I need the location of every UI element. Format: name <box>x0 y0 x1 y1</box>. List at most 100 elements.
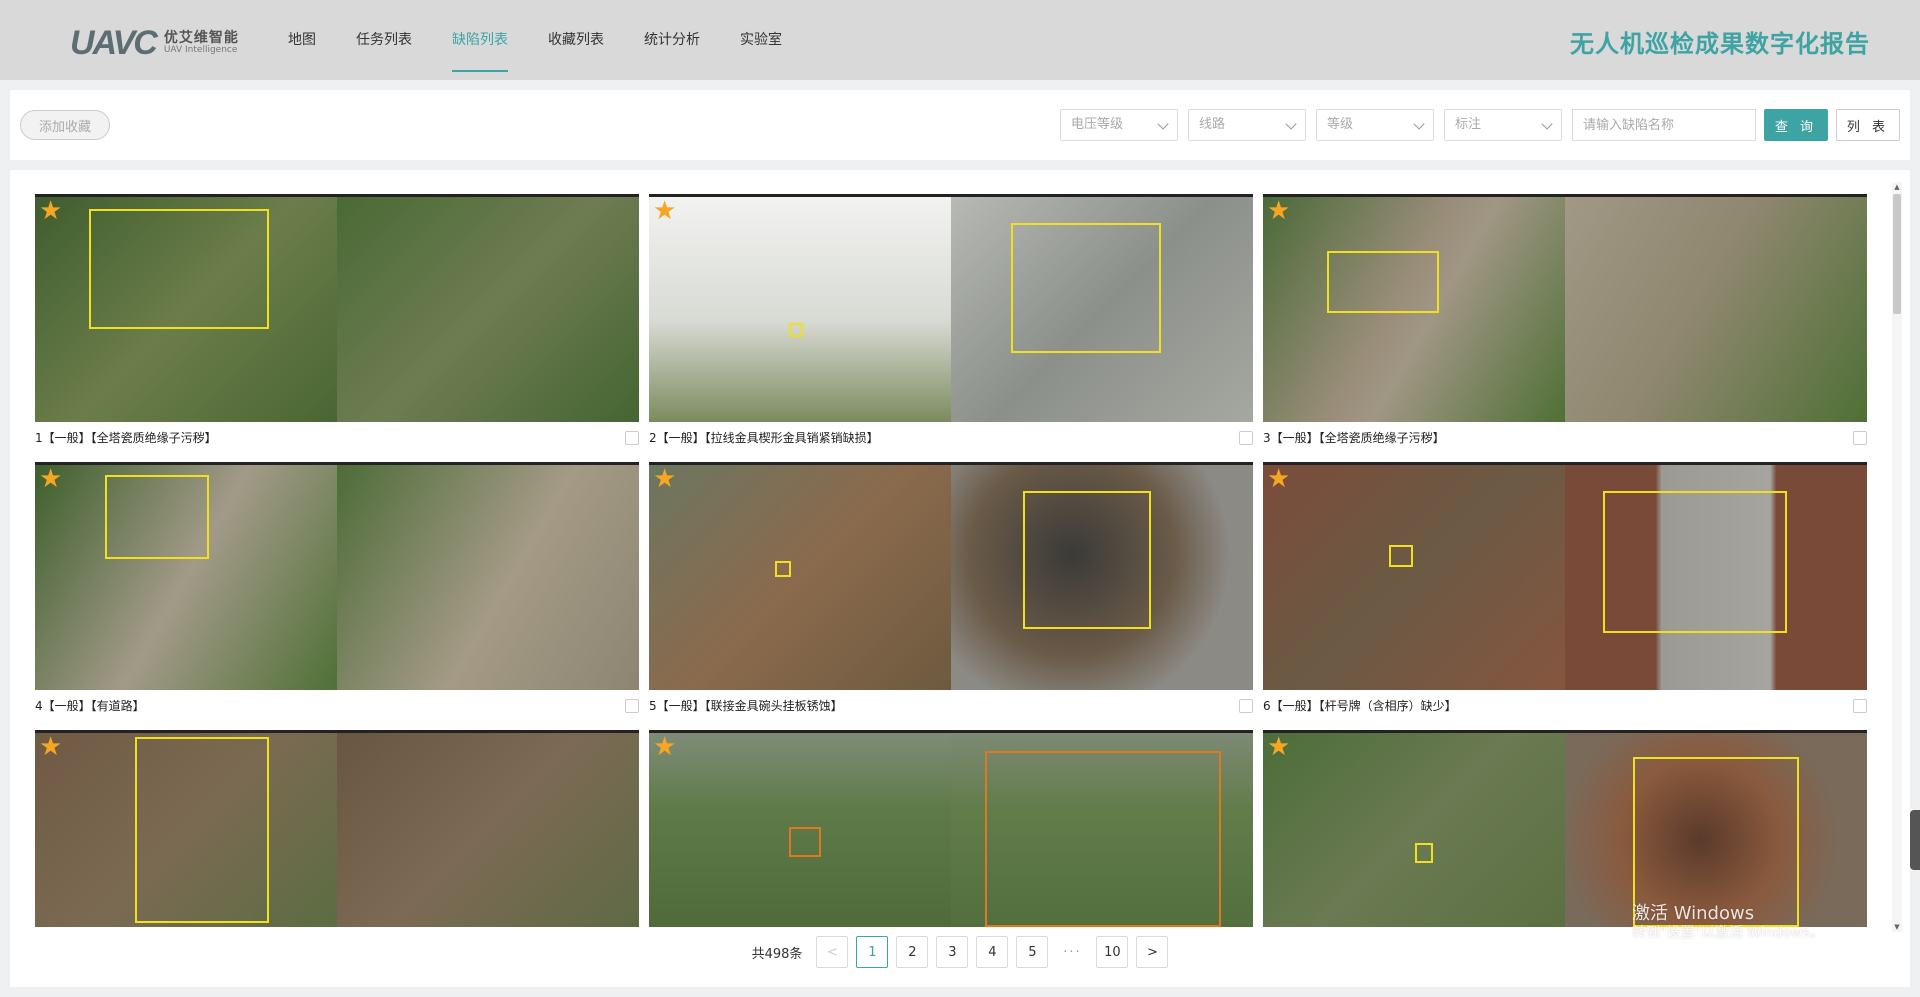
star-icon[interactable]: ★ <box>653 466 679 492</box>
nav-task-list[interactable]: 任务列表 <box>336 0 432 80</box>
detail-photo <box>951 197 1253 422</box>
select-checkbox[interactable] <box>625 431 639 445</box>
defect-photo-pair[interactable] <box>35 462 639 690</box>
defect-card[interactable]: ★ 3【一般】【全塔瓷质绝缘子污秽】 <box>1263 194 1867 454</box>
chevron-down-icon <box>1285 118 1297 130</box>
scroll-thumb[interactable] <box>1893 194 1901 314</box>
next-page-button[interactable]: > <box>1136 936 1169 968</box>
select-checkbox[interactable] <box>1239 431 1253 445</box>
defect-card[interactable]: ★ 2【一般】【拉线金具楔形金具销紧销缺损】 <box>649 194 1253 454</box>
detail-photo <box>951 465 1253 690</box>
star-icon[interactable]: ★ <box>39 198 65 224</box>
scroll-down-icon[interactable]: ▼ <box>1892 922 1902 932</box>
vertical-scrollbar[interactable]: ▲ ▼ <box>1892 182 1902 932</box>
defect-box <box>789 323 803 337</box>
defect-gallery-panel: ★ 1【一般】【全塔瓷质绝缘子污秽】 ★ 2【一般】【拉线金具楔形金具销紧销缺损… <box>10 170 1910 987</box>
page-1-button[interactable]: 1 <box>856 936 889 968</box>
side-handle[interactable] <box>1910 810 1920 870</box>
chevron-down-icon <box>1413 118 1425 130</box>
defect-card[interactable]: ★ <box>35 730 639 927</box>
select-checkbox[interactable] <box>625 699 639 713</box>
defect-card[interactable]: ★ 1【一般】【全塔瓷质绝缘子污秽】 <box>35 194 639 454</box>
chevron-down-icon <box>1541 118 1553 130</box>
overview-photo <box>649 465 951 690</box>
annotation-select[interactable]: 标注 <box>1444 109 1562 141</box>
star-icon[interactable]: ★ <box>1267 198 1293 224</box>
nav-lab[interactable]: 实验室 <box>720 0 802 80</box>
defect-photo-pair[interactable] <box>649 194 1253 422</box>
defect-photo-pair[interactable] <box>1263 194 1867 422</box>
defect-box <box>1389 545 1413 567</box>
scroll-up-icon[interactable]: ▲ <box>1892 182 1902 192</box>
defect-card[interactable]: ★ <box>1263 730 1867 927</box>
detail-photo <box>337 197 639 422</box>
defect-box <box>1011 223 1161 353</box>
star-icon[interactable]: ★ <box>39 734 65 760</box>
nav-statistics[interactable]: 统计分析 <box>624 0 720 80</box>
logo-en-name: UAV Intelligence <box>163 45 238 56</box>
star-icon[interactable]: ★ <box>39 466 65 492</box>
defect-photo-pair[interactable] <box>1263 462 1867 690</box>
star-icon[interactable]: ★ <box>1267 734 1293 760</box>
line-select[interactable]: 线路 <box>1188 109 1306 141</box>
overview-photo <box>35 197 337 422</box>
defect-caption: 2【一般】【拉线金具楔形金具销紧销缺损】 <box>649 431 879 445</box>
star-icon[interactable]: ★ <box>653 198 679 224</box>
defect-photo-pair[interactable] <box>649 462 1253 690</box>
detail-photo <box>1565 197 1867 422</box>
pagination: 共498条 < 1 2 3 4 5 ··· 10 > <box>10 936 1910 968</box>
defect-card[interactable]: ★ 4【一般】【有道路】 <box>35 462 639 722</box>
star-icon[interactable]: ★ <box>1267 466 1293 492</box>
defect-box <box>1327 251 1439 313</box>
select-checkbox[interactable] <box>1853 699 1867 713</box>
defect-box <box>775 561 791 577</box>
overview-photo <box>1263 733 1565 927</box>
brand-logo[interactable]: UAVC 优艾维智能 UAV Intelligence <box>70 24 239 63</box>
windows-activation-watermark: 激活 Windows 转到"设置"以激活 Windows。 <box>1632 903 1824 941</box>
defect-search-input[interactable] <box>1572 109 1756 141</box>
last-page-button[interactable]: 10 <box>1096 936 1129 968</box>
query-button[interactable]: 查 询 <box>1764 109 1828 141</box>
filter-toolbar: 添加收藏 电压等级 线路 等级 标注 查 询 列 表 <box>10 90 1910 160</box>
nav-defect-list[interactable]: 缺陷列表 <box>432 0 528 80</box>
main-nav: 地图 任务列表 缺陷列表 收藏列表 统计分析 实验室 <box>268 0 802 80</box>
logo-mark: UAVC <box>70 24 158 62</box>
more-pages-ellipsis[interactable]: ··· <box>1056 936 1089 968</box>
star-icon[interactable]: ★ <box>653 734 679 760</box>
add-favorite-button[interactable]: 添加收藏 <box>20 110 110 140</box>
logo-cn-name: 优艾维智能 <box>163 29 239 46</box>
defect-photo-pair[interactable] <box>35 730 639 927</box>
defect-photo-pair[interactable] <box>1263 730 1867 927</box>
overview-photo <box>35 465 337 690</box>
nav-favorites[interactable]: 收藏列表 <box>528 0 624 80</box>
top-header: UAVC 优艾维智能 UAV Intelligence 地图 任务列表 缺陷列表… <box>0 0 1920 80</box>
defect-box <box>789 827 821 857</box>
defect-box <box>1633 757 1799 927</box>
select-checkbox[interactable] <box>1239 699 1253 713</box>
detail-photo <box>1565 465 1867 690</box>
page-5-button[interactable]: 5 <box>1016 936 1049 968</box>
grade-select[interactable]: 等级 <box>1316 109 1434 141</box>
defect-caption: 4【一般】【有道路】 <box>35 699 145 713</box>
page-3-button[interactable]: 3 <box>936 936 969 968</box>
defect-box <box>89 209 269 329</box>
defect-box <box>1603 491 1787 633</box>
defect-card[interactable]: ★ 6【一般】【杆号牌（含相序）缺少】 <box>1263 462 1867 722</box>
list-view-button[interactable]: 列 表 <box>1836 109 1900 141</box>
defect-caption: 6【一般】【杆号牌（含相序）缺少】 <box>1263 699 1457 713</box>
defect-photo-pair[interactable] <box>649 730 1253 927</box>
detail-photo <box>1565 733 1867 927</box>
page-2-button[interactable]: 2 <box>896 936 929 968</box>
voltage-level-select[interactable]: 电压等级 <box>1060 109 1178 141</box>
overview-photo <box>1263 197 1565 422</box>
prev-page-button[interactable]: < <box>816 936 849 968</box>
defect-photo-pair[interactable] <box>35 194 639 422</box>
select-checkbox[interactable] <box>1853 431 1867 445</box>
defect-caption: 1【一般】【全塔瓷质绝缘子污秽】 <box>35 431 217 445</box>
defect-card[interactable]: ★ 5【一般】【联接金具碗头挂板锈蚀】 <box>649 462 1253 722</box>
overview-photo <box>1263 465 1565 690</box>
defect-card[interactable]: ★ <box>649 730 1253 927</box>
nav-map[interactable]: 地图 <box>268 0 336 80</box>
defect-box <box>105 475 209 559</box>
page-4-button[interactable]: 4 <box>976 936 1009 968</box>
